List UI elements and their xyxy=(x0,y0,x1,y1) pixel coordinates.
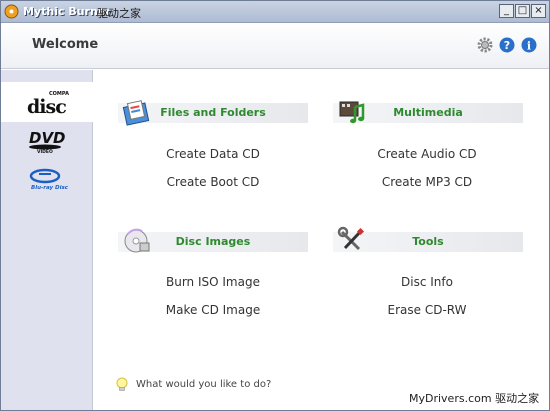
app-icon xyxy=(4,4,19,19)
blu-ray-logo-icon: Blu-ray Disc xyxy=(29,168,69,191)
svg-text:disc: disc xyxy=(27,96,66,116)
disc-info-link[interactable]: Disc Info xyxy=(342,275,512,289)
files-section-title: Files and Folders xyxy=(160,106,266,119)
tools-section-title: Tools xyxy=(412,235,444,248)
svg-text:VIDEO: VIDEO xyxy=(37,149,53,154)
disc-images-section-title: Disc Images xyxy=(175,235,251,248)
title-bar[interactable]: Mythic Burner 驱动之家 _ □ × xyxy=(1,1,549,23)
sidebar-item-dvd[interactable]: DVD VIDEO xyxy=(1,120,93,160)
info-icon[interactable]: i xyxy=(521,37,537,53)
burn-iso-image-link[interactable]: Burn ISO Image xyxy=(128,275,298,289)
create-mp3-cd-link[interactable]: Create MP3 CD xyxy=(342,175,512,189)
maximize-button[interactable]: □ xyxy=(515,4,530,18)
lightbulb-icon xyxy=(116,377,128,391)
close-button[interactable]: × xyxy=(531,4,546,18)
watermark-text: MyDrivers.com 驱动之家 xyxy=(409,390,540,406)
erase-cd-rw-link[interactable]: Erase CD-RW xyxy=(342,303,512,317)
multimedia-section-title: Multimedia xyxy=(393,106,463,119)
svg-text:?: ? xyxy=(504,39,510,52)
multimedia-section-header: Multimedia xyxy=(333,101,523,124)
svg-text:DVD: DVD xyxy=(29,129,66,147)
svg-text:Blu-ray Disc: Blu-ray Disc xyxy=(31,185,69,191)
gear-icon[interactable] xyxy=(477,37,493,53)
app-window: Mythic Burner 驱动之家 _ □ × Welcome ? i COM… xyxy=(0,0,550,411)
main-content: Files and Folders Create Data CD Create … xyxy=(94,70,549,410)
help-icon[interactable]: ? xyxy=(499,37,515,53)
tools-section-header: Tools xyxy=(333,226,523,252)
create-boot-cd-link[interactable]: Create Boot CD xyxy=(128,175,298,189)
minimize-button[interactable]: _ xyxy=(499,4,514,18)
files-section-header: Files and Folders xyxy=(118,100,308,126)
tip-text: What would you like to do? xyxy=(136,379,272,390)
page-title: Welcome xyxy=(32,37,99,52)
sidebar-item-compact-disc[interactable]: COMPACT disc xyxy=(1,82,93,122)
sidebar: COMPACT disc DVD VIDEO Blu-ray Disc xyxy=(1,70,93,410)
create-audio-cd-link[interactable]: Create Audio CD xyxy=(342,147,512,161)
sidebar-item-blu-ray[interactable]: Blu-ray Disc xyxy=(1,158,93,198)
title-watermark: 驱动之家 xyxy=(97,7,141,20)
header-bar: Welcome ? i xyxy=(1,23,549,69)
compact-disc-logo-icon: COMPACT disc xyxy=(27,91,69,116)
disc-images-section-header: Disc Images xyxy=(118,228,308,253)
create-data-cd-link[interactable]: Create Data CD xyxy=(128,147,298,161)
svg-text:i: i xyxy=(527,40,531,53)
make-cd-image-link[interactable]: Make CD Image xyxy=(128,303,298,317)
dvd-logo-icon: DVD VIDEO xyxy=(29,129,66,154)
